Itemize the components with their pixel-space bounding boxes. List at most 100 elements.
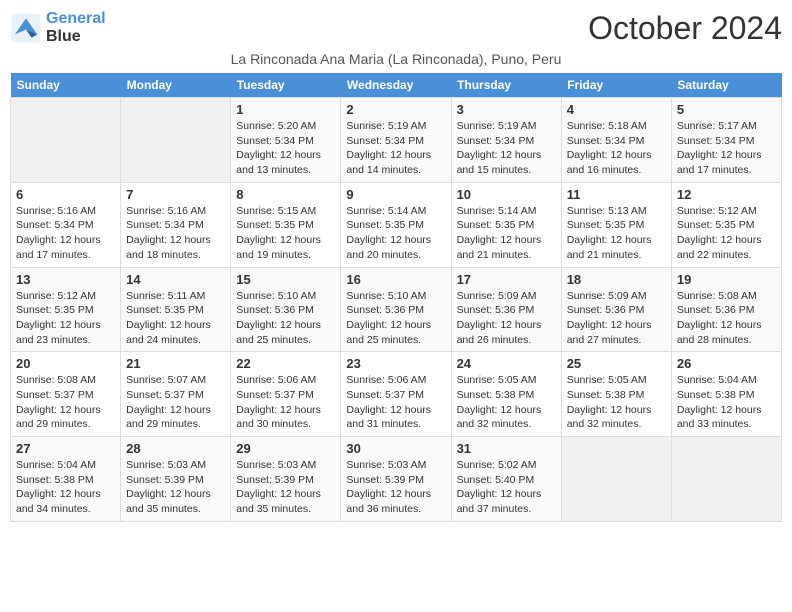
day-info: Sunrise: 5:18 AM Sunset: 5:34 PM Dayligh… <box>567 119 666 178</box>
day-info: Sunrise: 5:13 AM Sunset: 5:35 PM Dayligh… <box>567 204 666 263</box>
calendar-cell: 5Sunrise: 5:17 AM Sunset: 5:34 PM Daylig… <box>671 98 781 183</box>
calendar-cell: 19 Sunrise: 5:08 AM Sunset: 5:36 PM Dayli… <box>671 267 781 352</box>
calendar-cell: 10 Sunrise: 5:14 AM Sunset: 5:35 PM Dayli… <box>451 182 561 267</box>
calendar-cell: 16 Sunrise: 5:10 AM Sunset: 5:36 PM Dayli… <box>341 267 451 352</box>
day-number: 1 <box>236 102 335 117</box>
day-info: Sunrise: 5:19 AM Sunset: 5:34 PM Dayligh… <box>346 119 445 178</box>
day-info: Sunrise: 5:05 AM Sunset: 5:38 PM Dayligh… <box>567 373 666 432</box>
weekday-thursday: Thursday <box>451 73 561 98</box>
day-info: Sunrise: 5:08 AM Sunset: 5:36 PM Dayligh… <box>677 289 776 348</box>
day-number: 28 <box>126 441 225 456</box>
calendar-table: SundayMondayTuesdayWednesdayThursdayFrid… <box>10 73 782 522</box>
calendar-cell: 28Sunrise: 5:03 AM Sunset: 5:39 PM Dayli… <box>121 437 231 522</box>
day-number: 8 <box>236 187 335 202</box>
calendar-cell <box>11 98 121 183</box>
calendar-cell <box>561 437 671 522</box>
calendar-cell: 7 Sunrise: 5:16 AM Sunset: 5:34 PM Daylig… <box>121 182 231 267</box>
day-number: 26 <box>677 356 776 371</box>
day-info: Sunrise: 5:14 AM Sunset: 5:35 PM Dayligh… <box>457 204 556 263</box>
calendar-cell: 4 Sunrise: 5:18 AM Sunset: 5:34 PM Daylig… <box>561 98 671 183</box>
calendar-cell: 26Sunrise: 5:04 AM Sunset: 5:38 PM Dayli… <box>671 352 781 437</box>
calendar-cell: 22 Sunrise: 5:06 AM Sunset: 5:37 PM Dayli… <box>231 352 341 437</box>
day-info: Sunrise: 5:02 AM Sunset: 5:40 PM Dayligh… <box>457 458 556 517</box>
weekday-saturday: Saturday <box>671 73 781 98</box>
day-number: 9 <box>346 187 445 202</box>
day-number: 17 <box>457 272 556 287</box>
calendar-cell: 17 Sunrise: 5:09 AM Sunset: 5:36 PM Dayli… <box>451 267 561 352</box>
day-number: 15 <box>236 272 335 287</box>
day-number: 24 <box>457 356 556 371</box>
day-info: Sunrise: 5:10 AM Sunset: 5:36 PM Dayligh… <box>346 289 445 348</box>
day-info: Sunrise: 5:15 AM Sunset: 5:35 PM Dayligh… <box>236 204 335 263</box>
calendar-cell: 12 Sunrise: 5:12 AM Sunset: 5:35 PM Dayli… <box>671 182 781 267</box>
page-header: General Blue October 2024 <box>10 10 782 47</box>
calendar-week-3: 13Sunrise: 5:12 AM Sunset: 5:35 PM Dayli… <box>11 267 782 352</box>
day-info: Sunrise: 5:05 AM Sunset: 5:38 PM Dayligh… <box>457 373 556 432</box>
day-number: 30 <box>346 441 445 456</box>
day-number: 2 <box>346 102 445 117</box>
day-number: 20 <box>16 356 115 371</box>
day-info: Sunrise: 5:11 AM Sunset: 5:35 PM Dayligh… <box>126 289 225 348</box>
day-info: Sunrise: 5:03 AM Sunset: 5:39 PM Dayligh… <box>236 458 335 517</box>
day-info: Sunrise: 5:20 AM Sunset: 5:34 PM Dayligh… <box>236 119 335 178</box>
day-number: 4 <box>567 102 666 117</box>
calendar-cell: 31Sunrise: 5:02 AM Sunset: 5:40 PM Dayli… <box>451 437 561 522</box>
day-info: Sunrise: 5:03 AM Sunset: 5:39 PM Dayligh… <box>346 458 445 517</box>
calendar-week-1: 1 Sunrise: 5:20 AM Sunset: 5:34 PM Daylig… <box>11 98 782 183</box>
day-info: Sunrise: 5:09 AM Sunset: 5:36 PM Dayligh… <box>457 289 556 348</box>
calendar-cell: 2 Sunrise: 5:19 AM Sunset: 5:34 PM Daylig… <box>341 98 451 183</box>
calendar-cell: 8 Sunrise: 5:15 AM Sunset: 5:35 PM Daylig… <box>231 182 341 267</box>
title-block: October 2024 <box>588 10 782 47</box>
day-number: 12 <box>677 187 776 202</box>
day-number: 10 <box>457 187 556 202</box>
calendar-cell: 24 Sunrise: 5:05 AM Sunset: 5:38 PM Dayli… <box>451 352 561 437</box>
day-number: 11 <box>567 187 666 202</box>
calendar-cell: 29 Sunrise: 5:03 AM Sunset: 5:39 PM Dayli… <box>231 437 341 522</box>
day-number: 29 <box>236 441 335 456</box>
day-number: 21 <box>126 356 225 371</box>
logo-text: General Blue <box>46 10 106 45</box>
day-number: 19 <box>677 272 776 287</box>
weekday-monday: Monday <box>121 73 231 98</box>
day-info: Sunrise: 5:10 AM Sunset: 5:36 PM Dayligh… <box>236 289 335 348</box>
day-number: 23 <box>346 356 445 371</box>
calendar-cell <box>671 437 781 522</box>
day-info: Sunrise: 5:12 AM Sunset: 5:35 PM Dayligh… <box>677 204 776 263</box>
calendar-cell: 9 Sunrise: 5:14 AM Sunset: 5:35 PM Daylig… <box>341 182 451 267</box>
calendar-week-2: 6 Sunrise: 5:16 AM Sunset: 5:34 PM Daylig… <box>11 182 782 267</box>
day-number: 22 <box>236 356 335 371</box>
logo: General Blue <box>10 10 106 45</box>
day-info: Sunrise: 5:16 AM Sunset: 5:34 PM Dayligh… <box>126 204 225 263</box>
day-info: Sunrise: 5:12 AM Sunset: 5:35 PM Dayligh… <box>16 289 115 348</box>
calendar-cell: 11 Sunrise: 5:13 AM Sunset: 5:35 PM Dayli… <box>561 182 671 267</box>
day-number: 3 <box>457 102 556 117</box>
calendar-cell: 25 Sunrise: 5:05 AM Sunset: 5:38 PM Dayli… <box>561 352 671 437</box>
day-number: 6 <box>16 187 115 202</box>
calendar-cell: 1 Sunrise: 5:20 AM Sunset: 5:34 PM Daylig… <box>231 98 341 183</box>
day-info: Sunrise: 5:06 AM Sunset: 5:37 PM Dayligh… <box>346 373 445 432</box>
day-number: 16 <box>346 272 445 287</box>
day-number: 25 <box>567 356 666 371</box>
day-info: Sunrise: 5:19 AM Sunset: 5:34 PM Dayligh… <box>457 119 556 178</box>
day-info: Sunrise: 5:07 AM Sunset: 5:37 PM Dayligh… <box>126 373 225 432</box>
day-info: Sunrise: 5:06 AM Sunset: 5:37 PM Dayligh… <box>236 373 335 432</box>
day-number: 27 <box>16 441 115 456</box>
logo-icon <box>10 12 42 44</box>
calendar-cell: 18Sunrise: 5:09 AM Sunset: 5:36 PM Dayli… <box>561 267 671 352</box>
day-number: 14 <box>126 272 225 287</box>
day-info: Sunrise: 5:08 AM Sunset: 5:37 PM Dayligh… <box>16 373 115 432</box>
weekday-wednesday: Wednesday <box>341 73 451 98</box>
calendar-body: 1 Sunrise: 5:20 AM Sunset: 5:34 PM Daylig… <box>11 98 782 522</box>
calendar-cell <box>121 98 231 183</box>
calendar-cell: 14 Sunrise: 5:11 AM Sunset: 5:35 PM Dayli… <box>121 267 231 352</box>
calendar-subtitle: La Rinconada Ana Maria (La Rinconada), P… <box>10 51 782 67</box>
day-info: Sunrise: 5:16 AM Sunset: 5:34 PM Dayligh… <box>16 204 115 263</box>
day-info: Sunrise: 5:04 AM Sunset: 5:38 PM Dayligh… <box>16 458 115 517</box>
calendar-cell: 15 Sunrise: 5:10 AM Sunset: 5:36 PM Dayli… <box>231 267 341 352</box>
calendar-cell: 23 Sunrise: 5:06 AM Sunset: 5:37 PM Dayli… <box>341 352 451 437</box>
day-info: Sunrise: 5:14 AM Sunset: 5:35 PM Dayligh… <box>346 204 445 263</box>
calendar-cell: 27 Sunrise: 5:04 AM Sunset: 5:38 PM Dayli… <box>11 437 121 522</box>
weekday-header-row: SundayMondayTuesdayWednesdayThursdayFrid… <box>11 73 782 98</box>
calendar-cell: 13Sunrise: 5:12 AM Sunset: 5:35 PM Dayli… <box>11 267 121 352</box>
day-number: 7 <box>126 187 225 202</box>
